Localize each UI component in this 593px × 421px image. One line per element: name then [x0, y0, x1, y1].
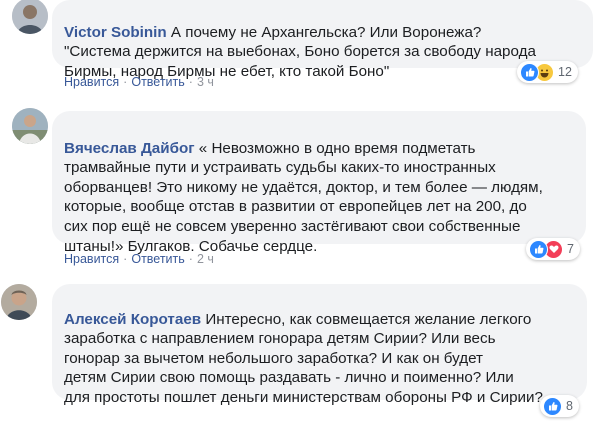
timestamp[interactable]: 3 ч — [197, 75, 214, 89]
comment-author[interactable]: Алексей Коротаев — [64, 311, 201, 328]
separator-dot: · — [123, 252, 128, 266]
reply-link[interactable]: Ответить — [131, 252, 184, 266]
comment-bubble: Вячеслав Дайбог « Невозможно в одно врем… — [52, 111, 586, 255]
comment: Victor Sobinin А почему не Архангельска?… — [0, 0, 593, 95]
reaction-count: 8 — [566, 399, 573, 413]
like-icon — [543, 396, 562, 416]
comment-actions: Нравится · Ответить · 2 ч — [64, 252, 214, 266]
reaction-count: 7 — [567, 242, 574, 256]
comment-author[interactable]: Вячеслав Дайбог — [64, 140, 195, 157]
like-link[interactable]: Нравится — [64, 75, 119, 89]
comment-actions: Нравится · Ответить · 3 ч — [64, 75, 214, 89]
reactions-summary[interactable]: 8 — [540, 395, 579, 417]
like-icon — [520, 62, 539, 82]
reply-link[interactable]: Ответить — [131, 75, 184, 89]
like-icon — [529, 239, 548, 259]
comment-bubble: Алексей Коротаев Интересно, как совмещае… — [52, 284, 587, 406]
avatar[interactable] — [12, 108, 48, 144]
timestamp[interactable]: 2 ч — [197, 252, 214, 266]
separator-dot: · — [188, 75, 193, 89]
like-link[interactable]: Нравится — [64, 252, 119, 266]
separator-dot: · — [123, 75, 128, 89]
separator-dot: · — [188, 252, 193, 266]
comment-bubble: Victor Sobinin А почему не Архангельска?… — [52, 0, 593, 80]
comment: Алексей Коротаев Интересно, как совмещае… — [0, 283, 593, 421]
reactions-summary[interactable]: 7 — [526, 238, 580, 260]
avatar[interactable] — [1, 284, 37, 320]
avatar[interactable] — [12, 0, 48, 34]
reactions-summary[interactable]: 12 — [517, 61, 578, 83]
reaction-count: 12 — [558, 65, 572, 79]
comment: Вячеслав Дайбог « Невозможно в одно врем… — [0, 107, 593, 272]
comment-author[interactable]: Victor Sobinin — [64, 24, 167, 41]
